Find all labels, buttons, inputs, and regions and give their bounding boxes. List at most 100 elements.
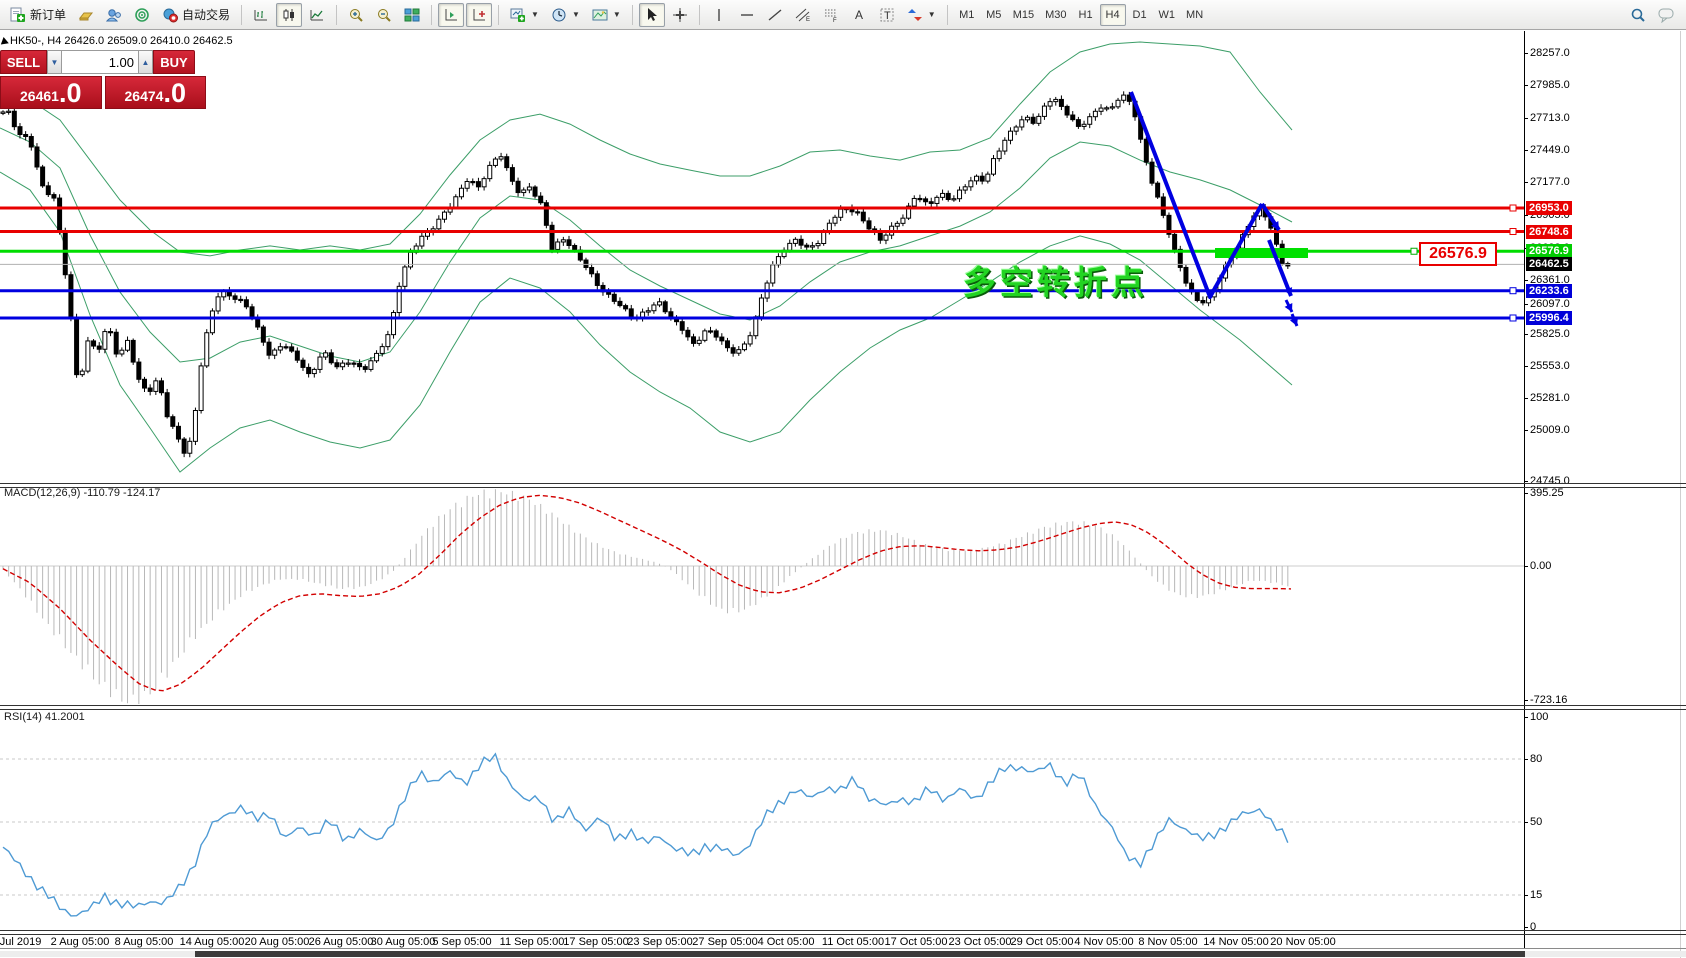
- search-button[interactable]: [1625, 3, 1651, 27]
- candle-body: [476, 182, 480, 187]
- cursor-button[interactable]: [639, 3, 665, 27]
- text-label-button[interactable]: T: [874, 3, 900, 27]
- community-button[interactable]: [101, 3, 127, 27]
- zigzag-trendline[interactable]: [1131, 92, 1262, 297]
- time-axis-label: 29 Oct 05:00: [1011, 936, 1074, 948]
- candle-body: [126, 340, 130, 350]
- chart-plot-area[interactable]: [0, 0, 1686, 958]
- time-axis-label: 23 Oct 05:00: [949, 936, 1012, 948]
- candle-body: [595, 274, 599, 286]
- volume-input[interactable]: 1.00: [62, 50, 138, 74]
- rsi-tick-label: 15: [1530, 889, 1542, 901]
- candle-body: [352, 363, 356, 364]
- volume-decrease-button[interactable]: ▼: [47, 50, 62, 74]
- candle-body: [822, 232, 826, 243]
- window-right-edge: [1680, 31, 1681, 958]
- arrows-button[interactable]: ▼: [902, 3, 941, 27]
- new-order-button[interactable]: 新订单: [5, 3, 71, 27]
- candle-body: [437, 219, 441, 229]
- price-tag-label[interactable]: 26576.9: [1419, 242, 1497, 266]
- candle-body: [861, 212, 865, 221]
- zoom-out-button[interactable]: [371, 3, 397, 27]
- chat-button[interactable]: [1653, 3, 1681, 27]
- news-button[interactable]: [129, 3, 155, 27]
- line-chart-button[interactable]: [304, 3, 330, 27]
- timeframe-M5[interactable]: M5: [981, 4, 1007, 26]
- horizontal-line-button[interactable]: [734, 3, 760, 27]
- timeframe-H4[interactable]: H4: [1100, 4, 1126, 26]
- price-tick-mark: [1524, 398, 1528, 399]
- candle-body: [1071, 115, 1075, 120]
- candle-body: [358, 363, 362, 366]
- bar-chart-button[interactable]: [248, 3, 274, 27]
- price-tick-label: 28257.0: [1530, 47, 1570, 59]
- rsi-pane: [0, 754, 1524, 916]
- pane-separator[interactable]: [0, 483, 1686, 488]
- fibonacci-button[interactable]: F: [818, 3, 844, 27]
- chart-shift-button[interactable]: [438, 3, 464, 27]
- candle-body: [35, 147, 39, 167]
- gold-icon: [78, 7, 94, 23]
- timeframe-D1[interactable]: D1: [1127, 4, 1153, 26]
- candle-body: [199, 366, 203, 411]
- autotrading-button[interactable]: 自动交易: [157, 3, 235, 27]
- price-badge: 26233.6: [1526, 284, 1572, 298]
- timeframe-H1[interactable]: H1: [1073, 4, 1099, 26]
- new-chart-button[interactable]: ▼: [505, 3, 544, 27]
- candle-body: [590, 268, 594, 274]
- vertical-line-icon: [711, 7, 727, 23]
- trendline-button[interactable]: [762, 3, 788, 27]
- line-chart-icon: [309, 7, 325, 23]
- candle-body: [924, 199, 928, 202]
- candle-body: [867, 221, 871, 229]
- candle-body: [346, 363, 350, 364]
- templates-button[interactable]: ▼: [587, 3, 626, 27]
- vertical-line-button[interactable]: [706, 3, 732, 27]
- buy-price-box[interactable]: 26474 .0: [105, 76, 207, 109]
- timeframe-M15[interactable]: M15: [1008, 4, 1039, 26]
- pane-separator[interactable]: [0, 705, 1686, 710]
- svg-text:T: T: [884, 10, 891, 22]
- scrollbar-thumb[interactable]: [195, 951, 1525, 957]
- timeframe-M30[interactable]: M30: [1040, 4, 1071, 26]
- svg-text:E: E: [806, 17, 810, 23]
- candle-body: [92, 341, 96, 346]
- buy-button[interactable]: BUY: [153, 50, 195, 74]
- sell-button[interactable]: SELL: [0, 50, 47, 74]
- candle-body: [1195, 292, 1199, 301]
- timeframe-bar: M1M5M15M30H1H4D1W1MN: [954, 4, 1208, 26]
- time-axis-label: 9 Jul 2019: [0, 936, 41, 948]
- sell-price-box[interactable]: 26461 .0: [0, 76, 102, 109]
- equidistant-channel-button[interactable]: E: [790, 3, 816, 27]
- volume-increase-button[interactable]: ▲: [138, 50, 153, 74]
- candle-body: [176, 426, 180, 439]
- candle-body: [1156, 183, 1160, 197]
- crosshair-button[interactable]: [667, 3, 693, 27]
- text-button[interactable]: A: [846, 3, 872, 27]
- periods-button[interactable]: ▼: [546, 3, 585, 27]
- rsi-value: 41.2001: [45, 711, 85, 723]
- chat-icon: [1658, 7, 1676, 23]
- candlestick-chart-button[interactable]: [276, 3, 302, 27]
- community-icon: [106, 7, 122, 23]
- tile-windows-button[interactable]: [399, 3, 425, 27]
- timeframe-MN[interactable]: MN: [1181, 4, 1208, 26]
- candle-body: [788, 243, 792, 250]
- candle-body: [143, 379, 147, 388]
- timeframe-W1[interactable]: W1: [1154, 4, 1181, 26]
- zoom-in-button[interactable]: [343, 3, 369, 27]
- candle-body: [18, 127, 22, 135]
- price-tick-mark: [1524, 280, 1528, 281]
- horizontal-scrollbar[interactable]: [0, 951, 1686, 957]
- price-badge: 26953.0: [1526, 201, 1572, 215]
- candle-body: [1037, 116, 1041, 123]
- candle-body: [165, 393, 169, 417]
- auto-scroll-button[interactable]: [466, 3, 492, 27]
- candle-body: [454, 197, 458, 207]
- timeframe-M1[interactable]: M1: [954, 4, 980, 26]
- turning-point-annotation[interactable]: 多空转折点: [963, 256, 1148, 304]
- market-watch-button[interactable]: [73, 3, 99, 27]
- candle-body: [742, 344, 746, 350]
- line-anchor-marker: [1510, 229, 1516, 235]
- candle-body: [709, 331, 713, 332]
